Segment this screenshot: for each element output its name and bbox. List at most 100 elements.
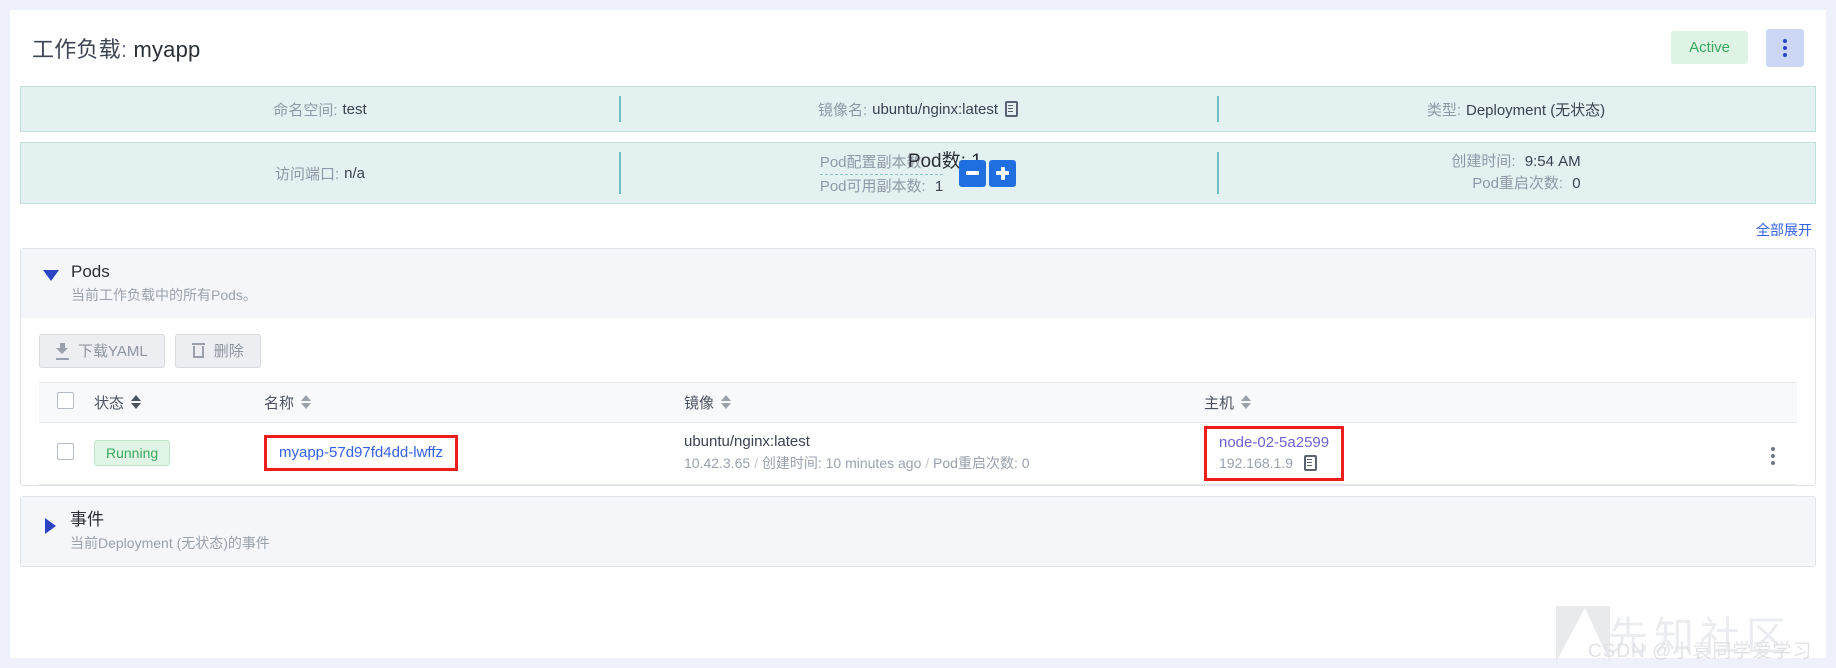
separator: / — [754, 455, 758, 472]
pod-count-tooltip-label: Pod数: — [907, 150, 966, 172]
table-header-row: 状态 名称 镜像 主机 — [39, 381, 1797, 423]
host-name-link[interactable]: node-02-5a2599 — [1219, 434, 1329, 452]
events-section-subtitle: 当前Deployment (无状态)的事件 — [70, 534, 270, 551]
pods-accordion-header[interactable]: Pods 当前工作负载中的所有Pods。 — [21, 249, 1815, 318]
events-accordion: 事件 当前Deployment (无状态)的事件 — [20, 495, 1816, 567]
header-host[interactable]: 主机 — [1194, 381, 1594, 423]
kebab-dot-icon — [1771, 453, 1775, 458]
info-cell-image-name: 镜像名: ubuntu/nginx:latest — [619, 87, 1217, 131]
trash-icon — [191, 343, 205, 359]
header-host-label: 主机 — [1204, 394, 1235, 412]
pods-accordion: Pods 当前工作负载中的所有Pods。 下载YAML 删除 状态 名称 镜像 … — [20, 248, 1816, 486]
expand-all-row: 全部展开 — [10, 214, 1826, 248]
info-cell-type: 类型: Deployment (无状态) — [1217, 87, 1815, 131]
download-yaml-button[interactable]: 下载YAML — [39, 333, 165, 368]
pods-table: 状态 名称 镜像 主机 Running myapp-57d97fd4dd-lwf… — [39, 381, 1797, 485]
image-name-label: 镜像名: — [817, 101, 868, 119]
restarts-value: 0 — [1572, 175, 1581, 192]
info-bar-secondary: 访问端口: n/a Pod配置副本数: Pod可用副本数: 1 Pod数: 1 — [20, 142, 1816, 204]
pod-restarts-value: 0 — [1021, 455, 1030, 472]
more-actions-button[interactable] — [1766, 28, 1804, 67]
page-title: 工作负载: myapp — [32, 32, 200, 64]
expand-all-link[interactable]: 全部展开 — [1756, 222, 1812, 238]
copy-icon[interactable] — [1303, 455, 1317, 472]
separator: / — [925, 455, 930, 472]
delete-button[interactable]: 删除 — [174, 333, 261, 368]
workload-detail-page: 工作负载: myapp Active 命名空间: test 镜像名: ubunt… — [10, 10, 1826, 658]
row-select-cell — [39, 422, 84, 485]
image-name-value: ubuntu/nginx:latest — [872, 100, 999, 118]
info-cell-replicas: Pod配置副本数: Pod可用副本数: 1 Pod数: 1 — [619, 143, 1217, 203]
type-value: Deployment (无状态) — [1465, 101, 1606, 119]
pods-toolbar: 下载YAML 删除 — [39, 332, 1797, 382]
copy-icon[interactable] — [1005, 101, 1019, 117]
info-cell-created: 创建时间: 9:54 AM Pod重启次数: 0 — [1217, 143, 1815, 203]
row-name-cell: myapp-57d97fd4dd-lwffz — [254, 422, 674, 485]
restarts-label: Pod重启次数: — [1472, 175, 1564, 192]
pod-created-label: 创建时间: — [761, 455, 822, 472]
header-actions — [1594, 381, 1797, 423]
kebab-dot-icon — [1771, 446, 1775, 451]
decrease-replicas-button[interactable] — [959, 159, 987, 187]
sort-icon[interactable] — [721, 395, 732, 410]
events-section-title: 事件 — [70, 509, 104, 529]
pod-restarts-label: Pod重启次数: — [933, 455, 1018, 472]
row-checkbox[interactable] — [57, 442, 74, 460]
pods-table-head: 状态 名称 镜像 主机 — [39, 381, 1797, 423]
page-header: 工作负载: myapp Active — [10, 10, 1826, 86]
row-image-cell: ubuntu/nginx:latest 10.42.3.65 / 创建时间: 1… — [674, 422, 1194, 485]
row-host-cell: node-02-5a2599 192.168.1.9 — [1194, 422, 1594, 485]
delete-label: 删除 — [213, 343, 244, 361]
table-row: Running myapp-57d97fd4dd-lwffz ubuntu/ng… — [39, 422, 1797, 485]
page-title-separator: : — [120, 36, 128, 62]
page-title-value: myapp — [133, 36, 201, 62]
host-subline: 192.168.1.9 — [1219, 455, 1329, 472]
replica-lines: Pod配置副本数: Pod可用副本数: 1 Pod数: 1 — [819, 151, 982, 196]
sort-icon[interactable] — [1241, 395, 1252, 410]
created-stack: 创建时间: 9:54 AM Pod重启次数: 0 — [1451, 151, 1580, 196]
replicas-available-value: 1 — [934, 177, 944, 195]
replicas-available-row: Pod可用副本数: 1 — [820, 175, 943, 196]
created-row: 创建时间: 9:54 AM — [1451, 151, 1580, 174]
pods-section-subtitle: 当前工作负载中的所有Pods。 — [71, 286, 257, 303]
pod-name-link[interactable]: myapp-57d97fd4dd-lwffz — [279, 444, 443, 461]
sort-icon[interactable] — [131, 395, 142, 410]
header-image-label: 镜像 — [684, 394, 715, 412]
host-ip: 192.168.1.9 — [1219, 455, 1293, 472]
created-label: 创建时间: — [1451, 152, 1516, 170]
download-yaml-label: 下载YAML — [78, 343, 148, 361]
download-icon — [56, 343, 69, 361]
sort-icon[interactable] — [301, 395, 312, 410]
events-accordion-text: 事件 当前Deployment (无状态)的事件 — [70, 509, 270, 554]
select-all-checkbox[interactable] — [57, 391, 74, 409]
pod-status-badge: Running — [94, 440, 171, 467]
increase-replicas-button[interactable] — [989, 159, 1017, 187]
header-status[interactable]: 状态 — [84, 381, 254, 423]
events-accordion-header[interactable]: 事件 当前Deployment (无状态)的事件 — [21, 496, 1815, 566]
namespace-label: 命名空间: — [273, 101, 338, 119]
header-status-label: 状态 — [94, 394, 125, 412]
status-badge: Active — [1671, 31, 1748, 64]
kebab-dot-icon — [1783, 38, 1787, 43]
row-status-cell: Running — [84, 422, 254, 485]
host-highlight: node-02-5a2599 192.168.1.9 — [1204, 426, 1345, 481]
restarts-row: Pod重启次数: 0 — [1472, 173, 1580, 196]
pods-table-body: Running myapp-57d97fd4dd-lwffz ubuntu/ng… — [39, 422, 1797, 485]
header-name[interactable]: 名称 — [254, 381, 674, 423]
chevron-right-icon[interactable] — [45, 517, 56, 534]
created-value: 9:54 AM — [1524, 152, 1581, 170]
header-select-all — [39, 381, 84, 423]
replica-stepper — [959, 159, 1017, 187]
pod-image-subline: 10.42.3.65 / 创建时间: 10 minutes ago / Pod重… — [684, 453, 1184, 473]
pods-accordion-text: Pods 当前工作负载中的所有Pods。 — [71, 261, 257, 306]
page-title-label: 工作负载 — [32, 36, 121, 62]
header-image[interactable]: 镜像 — [674, 381, 1194, 423]
pods-accordion-body: 下载YAML 删除 状态 名称 镜像 主机 Running myapp-57d9… — [21, 318, 1815, 485]
chevron-down-icon[interactable] — [43, 270, 59, 281]
row-more-actions-button[interactable] — [1767, 443, 1779, 469]
pod-created-value: 10 minutes ago — [825, 455, 922, 472]
type-label: 类型: — [1426, 101, 1461, 119]
kebab-dot-icon — [1771, 460, 1775, 465]
replicas-available-label: Pod可用副本数: — [819, 177, 926, 195]
info-bar-primary: 命名空间: test 镜像名: ubuntu/nginx:latest 类型: … — [20, 86, 1816, 132]
